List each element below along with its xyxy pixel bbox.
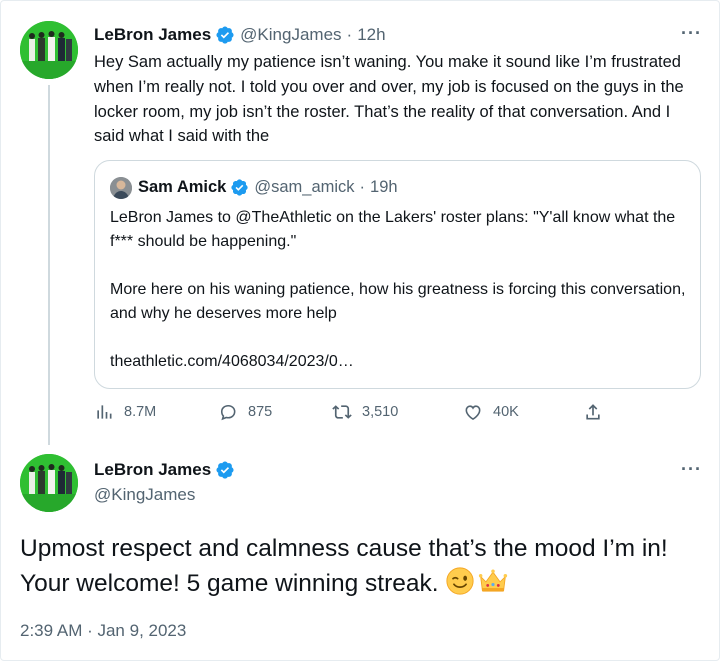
avatar-image bbox=[20, 21, 78, 79]
tweet2-name-row: LeBron James bbox=[94, 460, 235, 480]
tweet2-text: Upmost respect and calmness cause that’s… bbox=[20, 532, 710, 601]
quoted-link: theathletic.com/4068034/2023/0… bbox=[110, 353, 354, 370]
views-count: 8.7M bbox=[124, 404, 157, 420]
views-button[interactable]: 8.7M bbox=[94, 402, 156, 422]
author-handle[interactable]: @KingJames bbox=[94, 485, 195, 505]
author-name[interactable]: LeBron James bbox=[94, 25, 211, 45]
retweet-icon bbox=[332, 405, 352, 419]
tweet-thread: LeBron James @KingJames · 12h ··· Hey Sa… bbox=[0, 0, 720, 661]
like-button[interactable]: 40K bbox=[463, 402, 519, 422]
reply-bubble-icon bbox=[220, 404, 236, 421]
tweet1-action-bar: 8.7M 875 3,510 40K bbox=[94, 402, 614, 430]
sam-amick-avatar bbox=[110, 177, 132, 199]
verified-badge-icon bbox=[231, 179, 248, 196]
share-button[interactable] bbox=[583, 402, 613, 422]
quoted-paragraph-1: LeBron James to @TheAthletic on the Lake… bbox=[110, 209, 676, 250]
separator-dot: · bbox=[346, 25, 353, 44]
tweet2-body: Upmost respect and calmness cause that’s… bbox=[20, 535, 668, 597]
tweet-time[interactable]: 12h bbox=[357, 25, 385, 45]
verified-badge-icon bbox=[216, 461, 234, 479]
crown-emoji-icon bbox=[478, 569, 507, 592]
heart-icon bbox=[465, 405, 481, 421]
tweet1-text: Hey Sam actually my patience isn’t wanin… bbox=[94, 53, 684, 146]
separator-dot: · bbox=[359, 178, 366, 196]
quoted-tweet-time: 19h bbox=[370, 178, 398, 196]
quoted-author-handle: @sam_amick bbox=[254, 178, 355, 196]
author-handle[interactable]: @KingJames bbox=[240, 25, 341, 45]
lebron-avatar[interactable] bbox=[20, 454, 78, 512]
reply-button[interactable]: 875 bbox=[218, 402, 272, 422]
winking-face-emoji-icon bbox=[445, 567, 474, 595]
quoted-author-name: Sam Amick bbox=[138, 178, 227, 196]
like-count: 40K bbox=[493, 404, 519, 420]
retweet-count: 3,510 bbox=[362, 404, 399, 420]
quoted-tweet-header: Sam Amick @sam_amick · 19h bbox=[138, 178, 398, 197]
quoted-tweet-body: LeBron James to @TheAthletic on the Lake… bbox=[110, 206, 690, 374]
avatar-image bbox=[110, 177, 132, 199]
verified-badge-icon bbox=[216, 26, 234, 44]
views-chart-icon bbox=[97, 405, 112, 419]
lebron-avatar[interactable] bbox=[20, 21, 78, 79]
avatar-image bbox=[20, 454, 78, 512]
quoted-tweet[interactable]: Sam Amick @sam_amick · 19h LeBron James … bbox=[94, 160, 701, 389]
thread-connector bbox=[48, 85, 50, 445]
retweet-button[interactable]: 3,510 bbox=[332, 402, 398, 422]
more-options-icon[interactable]: ··· bbox=[681, 23, 702, 44]
quoted-paragraph-2: More here on his waning patience, how hi… bbox=[110, 281, 686, 322]
author-name[interactable]: LeBron James bbox=[94, 460, 211, 480]
reply-count: 875 bbox=[248, 404, 273, 420]
share-upload-icon bbox=[586, 404, 600, 420]
tweet2-handle-row: @KingJames bbox=[94, 485, 195, 505]
tweet2-timestamp[interactable]: 2:39 AM · Jan 9, 2023 bbox=[20, 621, 186, 641]
tweet1-header: LeBron James @KingJames · 12h bbox=[94, 25, 386, 45]
more-options-icon[interactable]: ··· bbox=[681, 459, 702, 480]
